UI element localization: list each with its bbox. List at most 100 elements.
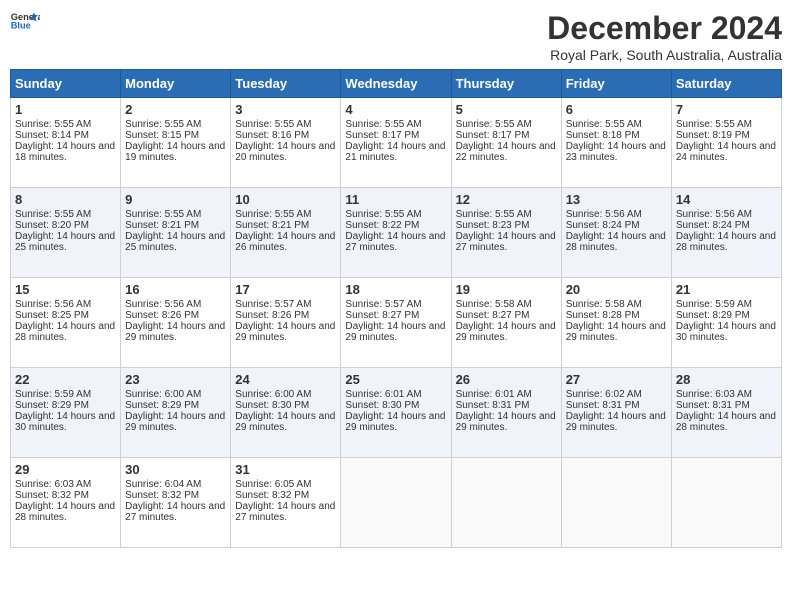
sunrise-label: Sunrise: 5:55 AM [125, 119, 201, 130]
day-number: 4 [345, 102, 446, 117]
daylight-label: Daylight: 14 hours and 29 minutes. [125, 411, 225, 433]
sunset-label: Sunset: 8:21 PM [235, 220, 309, 231]
day-number: 5 [456, 102, 557, 117]
daylight-label: Daylight: 14 hours and 29 minutes. [566, 321, 666, 343]
day-number: 7 [676, 102, 777, 117]
day-number: 15 [15, 282, 116, 297]
sunrise-label: Sunrise: 5:55 AM [345, 119, 421, 130]
calendar-cell: 10 Sunrise: 5:55 AM Sunset: 8:21 PM Dayl… [231, 188, 341, 278]
calendar-cell: 7 Sunrise: 5:55 AM Sunset: 8:19 PM Dayli… [671, 98, 781, 188]
daylight-label: Daylight: 14 hours and 25 minutes. [15, 231, 115, 253]
calendar-cell: 20 Sunrise: 5:58 AM Sunset: 8:28 PM Dayl… [561, 278, 671, 368]
sunrise-label: Sunrise: 6:00 AM [235, 389, 311, 400]
daylight-label: Daylight: 14 hours and 19 minutes. [125, 141, 225, 163]
calendar-cell: 9 Sunrise: 5:55 AM Sunset: 8:21 PM Dayli… [121, 188, 231, 278]
sunrise-label: Sunrise: 5:55 AM [235, 209, 311, 220]
calendar-cell: 26 Sunrise: 6:01 AM Sunset: 8:31 PM Dayl… [451, 368, 561, 458]
calendar-cell: 5 Sunrise: 5:55 AM Sunset: 8:17 PM Dayli… [451, 98, 561, 188]
daylight-label: Daylight: 14 hours and 25 minutes. [125, 231, 225, 253]
daylight-label: Daylight: 14 hours and 23 minutes. [566, 141, 666, 163]
sunrise-label: Sunrise: 6:05 AM [235, 479, 311, 490]
daylight-label: Daylight: 14 hours and 27 minutes. [125, 501, 225, 523]
sunrise-label: Sunrise: 5:55 AM [15, 209, 91, 220]
sunrise-label: Sunrise: 5:57 AM [345, 299, 421, 310]
sunrise-label: Sunrise: 5:55 AM [235, 119, 311, 130]
calendar-cell [561, 458, 671, 548]
sunrise-label: Sunrise: 5:55 AM [456, 209, 532, 220]
daylight-label: Daylight: 14 hours and 29 minutes. [345, 321, 445, 343]
daylight-label: Daylight: 14 hours and 20 minutes. [235, 141, 335, 163]
sunset-label: Sunset: 8:32 PM [235, 490, 309, 501]
sunrise-label: Sunrise: 5:59 AM [676, 299, 752, 310]
day-number: 9 [125, 192, 226, 207]
sunrise-label: Sunrise: 5:55 AM [345, 209, 421, 220]
sunset-label: Sunset: 8:15 PM [125, 130, 199, 141]
day-number: 30 [125, 462, 226, 477]
sunrise-label: Sunrise: 5:56 AM [676, 209, 752, 220]
daylight-label: Daylight: 14 hours and 28 minutes. [566, 231, 666, 253]
location-subtitle: Royal Park, South Australia, Australia [547, 47, 782, 63]
column-header-tuesday: Tuesday [231, 70, 341, 98]
sunrise-label: Sunrise: 5:55 AM [456, 119, 532, 130]
sunrise-label: Sunrise: 6:03 AM [15, 479, 91, 490]
day-number: 10 [235, 192, 336, 207]
calendar-cell: 29 Sunrise: 6:03 AM Sunset: 8:32 PM Dayl… [11, 458, 121, 548]
sunset-label: Sunset: 8:17 PM [345, 130, 419, 141]
daylight-label: Daylight: 14 hours and 28 minutes. [676, 231, 776, 253]
sunrise-label: Sunrise: 5:59 AM [15, 389, 91, 400]
daylight-label: Daylight: 14 hours and 29 minutes. [456, 411, 556, 433]
calendar-cell: 13 Sunrise: 5:56 AM Sunset: 8:24 PM Dayl… [561, 188, 671, 278]
sunset-label: Sunset: 8:30 PM [345, 400, 419, 411]
daylight-label: Daylight: 14 hours and 24 minutes. [676, 141, 776, 163]
column-header-monday: Monday [121, 70, 231, 98]
calendar-cell: 15 Sunrise: 5:56 AM Sunset: 8:25 PM Dayl… [11, 278, 121, 368]
sunrise-label: Sunrise: 5:58 AM [456, 299, 532, 310]
column-header-saturday: Saturday [671, 70, 781, 98]
sunset-label: Sunset: 8:17 PM [456, 130, 530, 141]
sunrise-label: Sunrise: 5:55 AM [566, 119, 642, 130]
daylight-label: Daylight: 14 hours and 29 minutes. [456, 321, 556, 343]
sunset-label: Sunset: 8:30 PM [235, 400, 309, 411]
daylight-label: Daylight: 14 hours and 27 minutes. [456, 231, 556, 253]
daylight-label: Daylight: 14 hours and 28 minutes. [15, 501, 115, 523]
day-number: 27 [566, 372, 667, 387]
sunset-label: Sunset: 8:32 PM [125, 490, 199, 501]
sunrise-label: Sunrise: 6:02 AM [566, 389, 642, 400]
day-number: 29 [15, 462, 116, 477]
calendar-cell: 19 Sunrise: 5:58 AM Sunset: 8:27 PM Dayl… [451, 278, 561, 368]
calendar-cell: 12 Sunrise: 5:55 AM Sunset: 8:23 PM Dayl… [451, 188, 561, 278]
sunset-label: Sunset: 8:16 PM [235, 130, 309, 141]
day-number: 21 [676, 282, 777, 297]
day-number: 11 [345, 192, 446, 207]
sunset-label: Sunset: 8:31 PM [456, 400, 530, 411]
daylight-label: Daylight: 14 hours and 18 minutes. [15, 141, 115, 163]
day-number: 17 [235, 282, 336, 297]
day-number: 16 [125, 282, 226, 297]
sunrise-label: Sunrise: 6:04 AM [125, 479, 201, 490]
day-number: 22 [15, 372, 116, 387]
calendar-cell: 31 Sunrise: 6:05 AM Sunset: 8:32 PM Dayl… [231, 458, 341, 548]
calendar-cell: 6 Sunrise: 5:55 AM Sunset: 8:18 PM Dayli… [561, 98, 671, 188]
calendar-cell: 30 Sunrise: 6:04 AM Sunset: 8:32 PM Dayl… [121, 458, 231, 548]
daylight-label: Daylight: 14 hours and 27 minutes. [345, 231, 445, 253]
calendar-cell [671, 458, 781, 548]
calendar-cell: 17 Sunrise: 5:57 AM Sunset: 8:26 PM Dayl… [231, 278, 341, 368]
daylight-label: Daylight: 14 hours and 22 minutes. [456, 141, 556, 163]
sunset-label: Sunset: 8:26 PM [125, 310, 199, 321]
calendar-cell: 23 Sunrise: 6:00 AM Sunset: 8:29 PM Dayl… [121, 368, 231, 458]
sunset-label: Sunset: 8:32 PM [15, 490, 89, 501]
calendar-cell: 14 Sunrise: 5:56 AM Sunset: 8:24 PM Dayl… [671, 188, 781, 278]
day-number: 3 [235, 102, 336, 117]
sunset-label: Sunset: 8:24 PM [566, 220, 640, 231]
daylight-label: Daylight: 14 hours and 28 minutes. [15, 321, 115, 343]
sunrise-label: Sunrise: 5:55 AM [676, 119, 752, 130]
sunrise-label: Sunrise: 5:56 AM [15, 299, 91, 310]
calendar-table: SundayMondayTuesdayWednesdayThursdayFrid… [10, 69, 782, 548]
sunset-label: Sunset: 8:21 PM [125, 220, 199, 231]
calendar-cell: 8 Sunrise: 5:55 AM Sunset: 8:20 PM Dayli… [11, 188, 121, 278]
svg-text:Blue: Blue [11, 21, 31, 30]
sunset-label: Sunset: 8:29 PM [15, 400, 89, 411]
sunset-label: Sunset: 8:23 PM [456, 220, 530, 231]
day-number: 8 [15, 192, 116, 207]
day-number: 18 [345, 282, 446, 297]
